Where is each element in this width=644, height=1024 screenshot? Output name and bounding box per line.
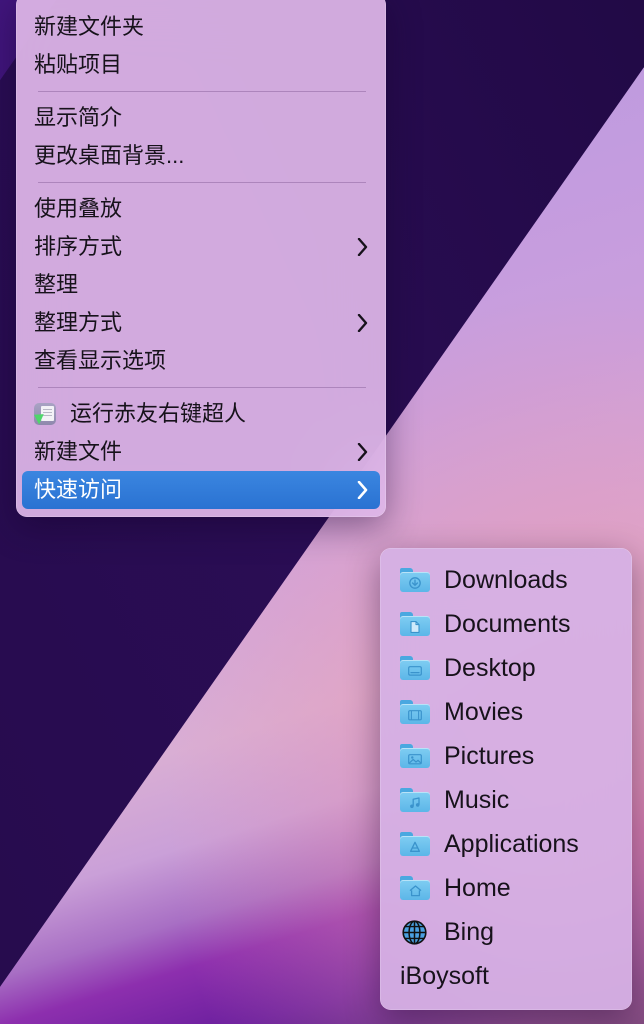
folder-home-icon [400,875,430,901]
menu-item-label: 运行赤友右键超人 [70,401,247,426]
menu-item-quick-access[interactable]: 快速访问 [22,471,380,509]
chevron-right-icon [354,236,370,258]
folder-applications-icon [400,831,430,857]
submenu-item-bing[interactable]: Bing [388,910,624,954]
menu-item-label: 排序方式 [34,234,123,259]
quick-access-submenu[interactable]: Downloads Documents Desktop Movies Pictu… [380,548,632,1010]
menu-item-use-stacks[interactable]: 使用叠放 [22,190,380,228]
desktop-context-menu[interactable]: 新建文件夹 粘贴项目 显示简介 更改桌面背景... 使用叠放 排序方式 整理 整… [16,0,386,517]
folder-movies-icon [400,699,430,725]
submenu-item-home[interactable]: Home [388,866,624,910]
menu-item-label: 显示简介 [34,105,123,130]
submenu-item-label: Downloads [444,565,568,594]
menu-item-label: 使用叠放 [34,196,123,221]
menu-item-run-right-click-superman[interactable]: 运行赤友右键超人 [22,395,380,433]
submenu-item-label: Music [444,785,510,814]
submenu-item-label: Applications [444,829,579,858]
menu-item-paste-item[interactable]: 粘贴项目 [22,46,380,84]
submenu-item-documents[interactable]: Documents [388,602,624,646]
menu-item-clean-up[interactable]: 整理 [22,266,380,304]
submenu-item-label: Bing [444,917,495,946]
submenu-item-label: iBoysoft [400,961,489,990]
submenu-item-label: Pictures [444,741,535,770]
submenu-item-applications[interactable]: Applications [388,822,624,866]
menu-item-label: 粘贴项目 [34,52,123,77]
submenu-item-iboysoft[interactable]: iBoysoft [388,954,624,998]
submenu-item-label: Home [444,873,511,902]
globe-icon [400,919,430,945]
menu-item-change-desktop-background[interactable]: 更改桌面背景... [22,137,380,175]
folder-desktop-icon [400,655,430,681]
submenu-item-movies[interactable]: Movies [388,690,624,734]
folder-music-icon [400,787,430,813]
menu-separator [38,182,366,183]
menu-item-label: 整理方式 [34,310,123,335]
menu-item-clean-up-by[interactable]: 整理方式 [22,304,380,342]
submenu-item-music[interactable]: Music [388,778,624,822]
submenu-item-label: Documents [444,609,571,638]
folder-downloads-icon [400,567,430,593]
menu-item-label: 查看显示选项 [34,348,167,373]
submenu-item-label: Desktop [444,653,536,682]
menu-item-get-info[interactable]: 显示简介 [22,99,380,137]
desktop: 新建文件夹 粘贴项目 显示简介 更改桌面背景... 使用叠放 排序方式 整理 整… [0,0,644,1024]
menu-item-label: 新建文件 [34,439,123,464]
menu-item-label: 新建文件夹 [34,14,145,39]
chevron-right-icon [354,441,370,463]
folder-pictures-icon [400,743,430,769]
menu-item-label: 整理 [34,272,79,297]
menu-item-sort-by[interactable]: 排序方式 [22,228,380,266]
submenu-item-label: Movies [444,697,524,726]
menu-item-label: 快速访问 [34,477,123,502]
submenu-item-desktop[interactable]: Desktop [388,646,624,690]
chevron-right-icon [354,479,370,501]
menu-item-new-folder[interactable]: 新建文件夹 [22,8,380,46]
menu-separator [38,387,366,388]
app-shortcut-icon [34,403,56,425]
menu-item-show-view-options[interactable]: 查看显示选项 [22,342,380,380]
menu-item-label: 更改桌面背景... [34,143,185,168]
folder-documents-icon [400,611,430,637]
submenu-item-pictures[interactable]: Pictures [388,734,624,778]
menu-separator [38,91,366,92]
chevron-right-icon [354,312,370,334]
submenu-item-downloads[interactable]: Downloads [388,558,624,602]
menu-item-new-file[interactable]: 新建文件 [22,433,380,471]
